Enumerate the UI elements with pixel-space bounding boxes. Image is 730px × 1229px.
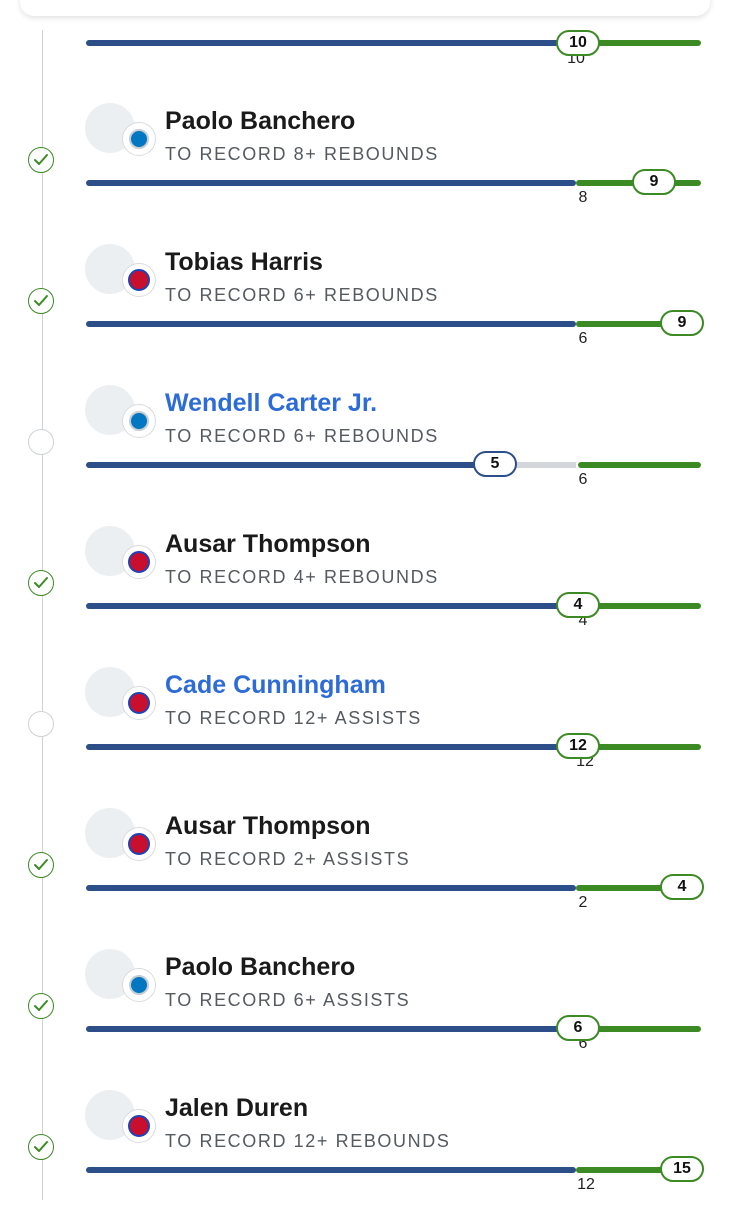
status-pending-circle-icon [28, 429, 54, 455]
market-description: TO RECORD 12+ ASSISTS [165, 708, 422, 728]
player-name[interactable]: Jalen Duren [165, 1094, 308, 1123]
market-description: TO RECORD 2+ ASSISTS [165, 849, 411, 869]
progress-bar-to-line [86, 1167, 576, 1173]
market-description: TO RECORD 12+ REBOUNDS [165, 1131, 451, 1151]
progress-bar-to-line [86, 885, 576, 891]
player-name[interactable]: Paolo Banchero [165, 953, 355, 982]
market-description: TO RECORD 8+ REBOUNDS [165, 144, 439, 164]
progress-bar-to-line [86, 744, 576, 750]
market-description: TO RECORD 6+ ASSISTS [165, 990, 411, 1010]
pistons-logo-icon [122, 1109, 156, 1143]
leg-row[interactable]: Ausar Thompson TO RECORD 2+ ASSISTS 2 4 [0, 806, 730, 947]
leg-row[interactable]: Jalen Duren TO RECORD 12+ REBOUNDS 12 15 [0, 1088, 730, 1229]
progress-bar-to-line [86, 1026, 576, 1032]
status-checkmark-icon [28, 570, 54, 596]
leg-row[interactable]: 10 10 [0, 0, 730, 67]
actual-value-pill: 5 [473, 451, 517, 477]
magic-logo-icon [122, 122, 156, 156]
pistons-logo-icon [122, 263, 156, 297]
market-description: TO RECORD 6+ REBOUNDS [165, 285, 439, 305]
market-description: TO RECORD 4+ REBOUNDS [165, 567, 439, 587]
progress-bar-to-line [86, 40, 576, 46]
line-value: 6 [578, 471, 588, 488]
actual-value-pill: 12 [556, 733, 600, 759]
status-checkmark-icon [28, 288, 54, 314]
status-checkmark-icon [28, 993, 54, 1019]
actual-value-pill: 15 [660, 1156, 704, 1182]
actual-value-pill: 4 [660, 874, 704, 900]
pistons-logo-icon [122, 545, 156, 579]
leg-row[interactable]: Paolo Banchero TO RECORD 6+ ASSISTS 6 6 [0, 947, 730, 1088]
magic-logo-icon [122, 404, 156, 438]
pistons-logo-icon [122, 686, 156, 720]
actual-value-pill: 6 [556, 1015, 600, 1041]
progress-bar-to-current [86, 462, 486, 468]
player-name-link[interactable]: Cade Cunningham [165, 671, 386, 700]
line-value: 12 [577, 1176, 595, 1193]
player-name-link[interactable]: Wendell Carter Jr. [165, 389, 377, 418]
status-pending-circle-icon [28, 711, 54, 737]
status-checkmark-icon [28, 147, 54, 173]
progress-bar-to-line [86, 180, 576, 186]
pistons-logo-icon [122, 827, 156, 861]
status-checkmark-icon [28, 852, 54, 878]
player-name[interactable]: Ausar Thompson [165, 530, 371, 559]
player-name[interactable]: Ausar Thompson [165, 812, 371, 841]
player-name[interactable]: Tobias Harris [165, 248, 323, 277]
leg-row[interactable]: Tobias Harris TO RECORD 6+ REBOUNDS 6 9 [0, 242, 730, 383]
actual-value-pill: 9 [660, 310, 704, 336]
status-checkmark-icon [28, 1134, 54, 1160]
line-value: 8 [578, 189, 588, 206]
line-value: 2 [578, 894, 588, 911]
market-description: TO RECORD 6+ REBOUNDS [165, 426, 439, 446]
magic-logo-icon [122, 968, 156, 1002]
leg-row[interactable]: Ausar Thompson TO RECORD 4+ REBOUNDS 4 4 [0, 524, 730, 665]
player-name[interactable]: Paolo Banchero [165, 107, 355, 136]
leg-row[interactable]: Paolo Banchero TO RECORD 8+ REBOUNDS 8 9 [0, 101, 730, 242]
line-value: 6 [578, 330, 588, 347]
leg-row[interactable]: Cade Cunningham TO RECORD 12+ ASSISTS 12… [0, 665, 730, 806]
progress-bar-to-line [86, 321, 576, 327]
progress-bar-to-line [86, 603, 576, 609]
actual-value-pill: 9 [632, 169, 676, 195]
progress-bar-beyond-line [578, 462, 701, 468]
actual-value-pill: 10 [556, 30, 600, 56]
leg-row[interactable]: Wendell Carter Jr. TO RECORD 6+ REBOUNDS… [0, 383, 730, 524]
actual-value-pill: 4 [556, 592, 600, 618]
